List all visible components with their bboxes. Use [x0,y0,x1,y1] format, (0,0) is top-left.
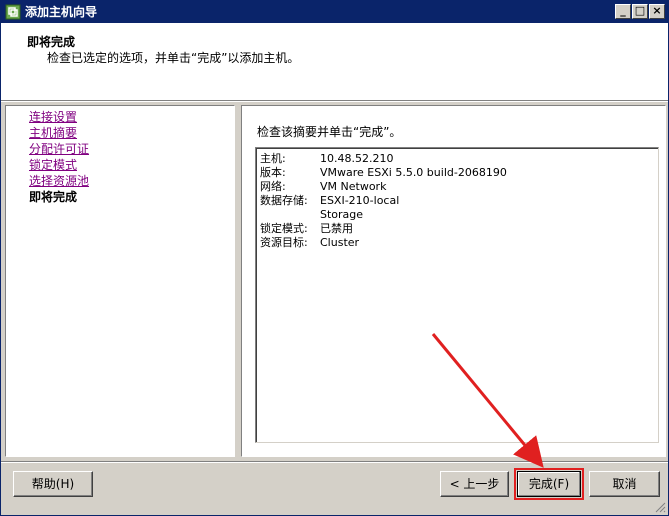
cancel-button[interactable]: 取消 [589,471,660,497]
close-button[interactable]: × [649,4,665,19]
step-assign-license[interactable]: 分配许可证 [29,141,89,157]
summary-key: 资源目标: [260,236,308,249]
summary-value: ESXI-210-local [320,194,400,207]
header-divider [1,101,668,102]
summary-key: 版本: [260,166,286,179]
resize-grip-icon[interactable] [654,501,666,513]
summary-key: 主机: [260,152,286,165]
step-ready-to-complete: 即将完成 [29,190,78,204]
step-lockdown-mode[interactable]: 锁定模式 [29,157,77,173]
summary-value: Storage [320,208,364,221]
summary-panel: 检查该摘要并单击“完成”。 主机: 10.48.52.210 版本: VMwar… [241,105,666,457]
wizard-window: 添加主机向导 _ □ × 即将完成 检查已选定的选项，并单击“完成”以添加主机。… [0,0,669,516]
title-bar[interactable]: 添加主机向导 _ □ × [1,1,668,23]
step-host-summary[interactable]: 主机摘要 [29,125,77,141]
page-subtitle: 检查已选定的选项，并单击“完成”以添加主机。 [47,51,300,65]
summary-value: Cluster [320,236,360,249]
summary-key: 数据存储: [260,194,308,207]
summary-key: 锁定模式: [260,222,308,235]
maximize-button[interactable]: □ [632,4,648,19]
wizard-header: 即将完成 检查已选定的选项，并单击“完成”以添加主机。 [1,23,668,101]
summary-key: 网络: [260,180,286,193]
summary-value: 已禁用 [320,222,353,235]
window-title: 添加主机向导 [25,5,98,19]
step-resource-pool[interactable]: 选择资源池 [29,173,89,189]
step-connection-settings[interactable]: 连接设置 [29,109,77,125]
footer-divider [1,461,668,463]
summary-value: 10.48.52.210 [320,152,394,165]
wizard-steps-panel: 连接设置 主机摘要 分配许可证 锁定模式 选择资源池 即将完成 [5,105,235,457]
summary-value: VMware ESXi 5.5.0 build-2068190 [320,166,507,179]
help-button[interactable]: 帮助(H) [13,471,93,497]
summary-prompt: 检查该摘要并单击“完成”。 [257,125,402,139]
vsphere-logo-icon [5,4,21,20]
page-title: 即将完成 [27,35,76,49]
minimize-button[interactable]: _ [615,4,631,19]
summary-box[interactable]: 主机: 10.48.52.210 版本: VMware ESXi 5.5.0 b… [255,147,659,443]
title-buttons: _ □ × [615,4,665,19]
back-button[interactable]: < 上一步 [440,471,509,497]
summary-value: VM Network [320,180,387,193]
finish-button[interactable]: 完成(F) [517,471,581,497]
